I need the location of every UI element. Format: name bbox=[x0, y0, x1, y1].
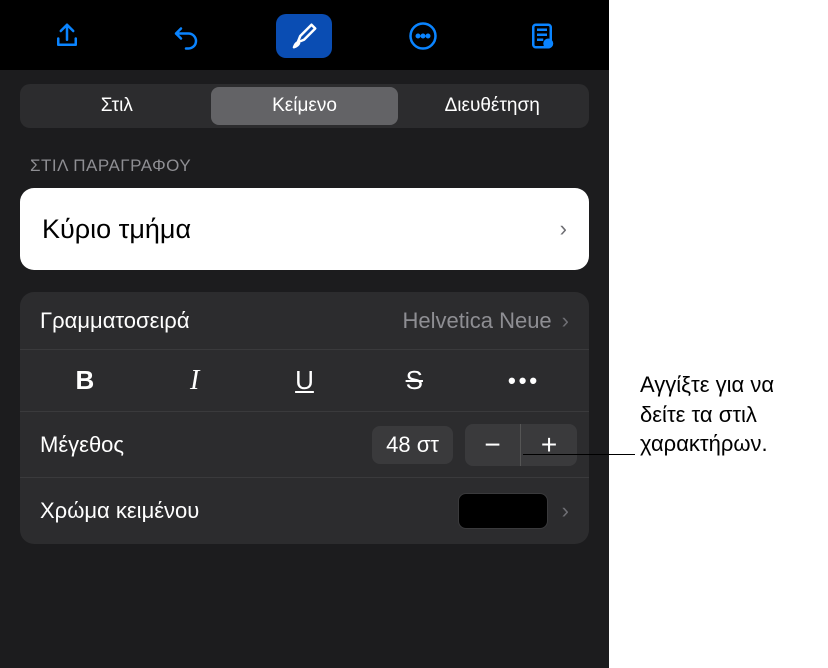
format-button[interactable] bbox=[276, 14, 332, 58]
font-row[interactable]: Γραμματοσειρά Helvetica Neue › bbox=[20, 292, 589, 350]
document-view-button[interactable] bbox=[514, 14, 570, 58]
tab-segmented-control: Στιλ Κείμενο Διευθέτηση bbox=[20, 84, 589, 128]
size-increment-button[interactable]: + bbox=[521, 424, 577, 466]
size-row: Μέγεθος 48 στ − + bbox=[20, 412, 589, 478]
paragraph-style-value: Κύριο τμήμα bbox=[42, 214, 191, 245]
tab-style[interactable]: Στιλ bbox=[23, 87, 211, 125]
size-field[interactable]: 48 στ bbox=[372, 426, 453, 464]
share-icon bbox=[52, 21, 82, 51]
top-toolbar bbox=[0, 0, 609, 70]
italic-button[interactable]: I bbox=[140, 359, 250, 403]
underline-button[interactable]: U bbox=[250, 359, 360, 403]
callout-text: Αγγίξτε για να δείτε τα στιλ χαρακτήρων. bbox=[640, 370, 820, 459]
undo-icon bbox=[171, 21, 201, 51]
size-decrement-button[interactable]: − bbox=[465, 424, 521, 466]
chevron-right-icon: › bbox=[562, 308, 569, 334]
tab-text[interactable]: Κείμενο bbox=[211, 87, 399, 125]
bold-button[interactable]: B bbox=[30, 359, 140, 403]
panel-body: Στιλ Κείμενο Διευθέτηση ΣΤΙΛ ΠΑΡΑΓΡΑΦΟΥ … bbox=[0, 70, 609, 544]
undo-button[interactable] bbox=[158, 14, 214, 58]
chevron-right-icon: › bbox=[562, 498, 569, 524]
font-style-row: B I U S ••• bbox=[20, 350, 589, 412]
font-value: Helvetica Neue bbox=[402, 308, 551, 334]
callout-leader-line bbox=[523, 454, 635, 455]
text-color-row[interactable]: Χρώμα κειμένου › bbox=[20, 478, 589, 544]
size-stepper: − + bbox=[465, 424, 577, 466]
more-button[interactable] bbox=[395, 14, 451, 58]
chevron-right-icon: › bbox=[560, 216, 567, 242]
text-color-swatch[interactable] bbox=[458, 493, 548, 529]
brush-icon bbox=[289, 21, 319, 51]
paragraph-style-section-label: ΣΤΙΛ ΠΑΡΑΓΡΑΦΟΥ bbox=[30, 156, 579, 176]
format-inspector-panel: Στιλ Κείμενο Διευθέτηση ΣΤΙΛ ΠΑΡΑΓΡΑΦΟΥ … bbox=[0, 0, 609, 668]
more-styles-button[interactable]: ••• bbox=[469, 359, 579, 403]
strikethrough-button[interactable]: S bbox=[359, 359, 469, 403]
text-color-label: Χρώμα κειμένου bbox=[40, 498, 199, 524]
tab-arrange[interactable]: Διευθέτηση bbox=[398, 87, 586, 125]
document-view-icon bbox=[527, 21, 557, 51]
font-label: Γραμματοσειρά bbox=[40, 308, 190, 334]
more-circle-icon bbox=[408, 21, 438, 51]
text-format-card: Γραμματοσειρά Helvetica Neue › B I U S •… bbox=[20, 292, 589, 544]
share-button[interactable] bbox=[39, 14, 95, 58]
size-label: Μέγεθος bbox=[40, 432, 124, 458]
paragraph-style-row[interactable]: Κύριο τμήμα › bbox=[20, 188, 589, 270]
